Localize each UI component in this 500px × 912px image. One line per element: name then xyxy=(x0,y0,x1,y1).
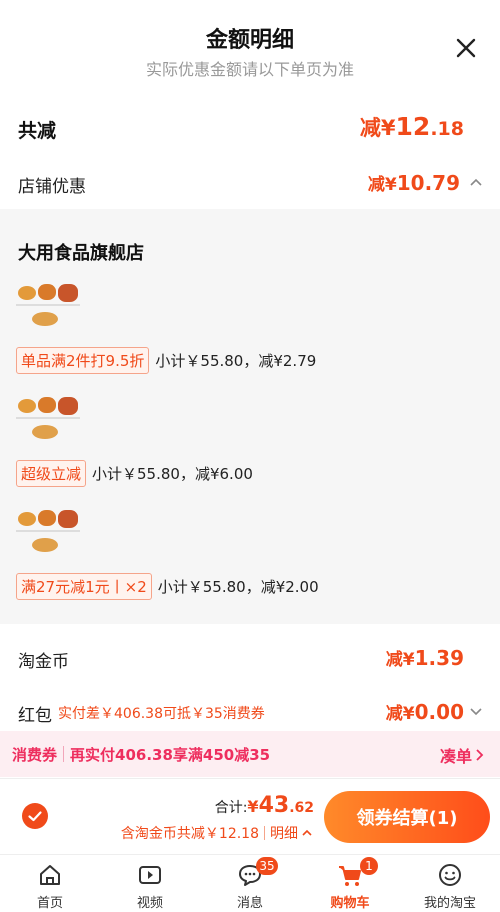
chevron-down-icon[interactable] xyxy=(468,703,484,719)
product-thumbnail[interactable] xyxy=(16,282,82,334)
total-price: 合计:¥43.62 xyxy=(215,793,314,818)
coupon-label: 消费券 xyxy=(12,745,58,764)
total-decimal: .18 xyxy=(430,118,464,140)
chevron-up-icon[interactable] xyxy=(468,175,484,191)
select-all-checkbox[interactable] xyxy=(22,803,48,829)
promo-detail: 小计￥55.80，减¥6.00 xyxy=(92,464,253,483)
shop-discount-value: 10.79 xyxy=(396,171,460,195)
tab-label: 首页 xyxy=(36,896,63,911)
promo-line: 单品满2件打9.5折 小计￥55.80，减¥2.79 xyxy=(16,346,317,374)
bottom-tab-bar: 首页 视频 35 消息 1 购物车 我的淘宝 xyxy=(0,854,500,912)
hongbao-amount[interactable]: 减¥0.00 xyxy=(386,699,464,724)
saving-text: 含淘金币共减￥12.18 xyxy=(120,826,259,842)
hongbao-label: 红包 xyxy=(18,706,52,726)
product-thumbnail[interactable] xyxy=(16,508,82,560)
check-icon xyxy=(28,811,42,822)
tab-messages[interactable]: 35 消息 xyxy=(200,855,300,912)
shop-discount-amount[interactable]: 减¥10.79 xyxy=(368,170,460,195)
hongbao-prefix: 减¥ xyxy=(385,704,415,724)
tab-home[interactable]: 首页 xyxy=(0,855,100,912)
tab-video[interactable]: 视频 xyxy=(100,855,200,912)
tab-label: 消息 xyxy=(236,896,263,911)
chevron-right-icon xyxy=(476,749,484,761)
tab-label: 购物车 xyxy=(330,896,370,911)
modal-subtitle: 实际优惠金额请以下单页为准 xyxy=(145,60,354,79)
taojinbi-prefix: 减¥ xyxy=(385,650,415,670)
total-prefix: 减¥ xyxy=(359,116,396,140)
promo-detail: 小计￥55.80，减¥2.79 xyxy=(155,351,317,370)
cart-badge: 1 xyxy=(360,857,378,875)
close-button[interactable] xyxy=(452,34,480,62)
product-thumbnail[interactable] xyxy=(16,395,82,447)
message-badge: 35 xyxy=(256,857,278,875)
coupon-bar[interactable]: 消费券 再实付406.38享满450减35 凑单 xyxy=(0,731,500,777)
promo-tag: 超级立减 xyxy=(16,459,87,487)
coudan-label: 凑单 xyxy=(439,747,472,766)
saving-divider xyxy=(264,826,265,840)
shop-discount-label: 店铺优惠 xyxy=(18,177,86,197)
detail-label: 明细 xyxy=(270,826,298,842)
profile-icon xyxy=(439,864,461,886)
modal-title: 金额明细 xyxy=(205,28,294,53)
store-name: 大用食品旗舰店 xyxy=(18,243,144,264)
checkout-bar: 合计:¥43.62 含淘金币共减￥12.18 明细 领券结算(1) xyxy=(0,778,500,854)
promo-tag: 单品满2件打9.5折 xyxy=(16,346,150,374)
close-icon xyxy=(456,38,476,58)
video-icon xyxy=(139,866,161,884)
home-icon xyxy=(40,865,60,885)
tab-label: 视频 xyxy=(136,896,163,911)
promo-detail: 小计￥55.80，减¥2.00 xyxy=(157,577,319,596)
taojinbi-amount: 减¥1.39 xyxy=(386,645,464,670)
promo-line: 满27元减1元丨×2 小计￥55.80，减¥2.00 xyxy=(16,572,319,600)
taojinbi-label: 淘金币 xyxy=(18,652,69,672)
sum-decimal: .62 xyxy=(289,800,314,816)
sum-currency: ¥ xyxy=(247,797,259,816)
total-discount-amount: 减¥12.18 xyxy=(360,112,464,142)
promo-tag: 满27元减1元丨×2 xyxy=(16,572,152,600)
checkout-button[interactable]: 领券结算(1) xyxy=(324,791,490,843)
tab-label: 我的淘宝 xyxy=(423,896,476,911)
coupon-message: 再实付406.38享满450减35 xyxy=(70,745,271,764)
coupon-divider xyxy=(63,746,65,762)
total-integer: 12 xyxy=(395,112,431,141)
tab-cart[interactable]: 1 购物车 xyxy=(300,855,400,912)
taojinbi-value: 1.39 xyxy=(414,646,464,670)
hongbao-value: 0.00 xyxy=(414,700,464,724)
saving-summary[interactable]: 含淘金币共减￥12.18 明细 xyxy=(121,823,314,843)
chevron-up-icon xyxy=(302,829,312,836)
modal-header: 金额明细 实际优惠金额请以下单页为准 xyxy=(0,0,500,96)
shop-discount-prefix: 减¥ xyxy=(367,175,397,195)
sum-label: 合计: xyxy=(214,800,248,816)
promo-line: 超级立减 小计￥55.80，减¥6.00 xyxy=(16,459,253,487)
hongbao-note: 实付差￥406.38可抵￥35消费券 xyxy=(58,706,265,722)
coudan-link[interactable]: 凑单 xyxy=(440,743,486,767)
sum-integer: 43 xyxy=(258,793,290,818)
tab-profile[interactable]: 我的淘宝 xyxy=(400,855,500,912)
